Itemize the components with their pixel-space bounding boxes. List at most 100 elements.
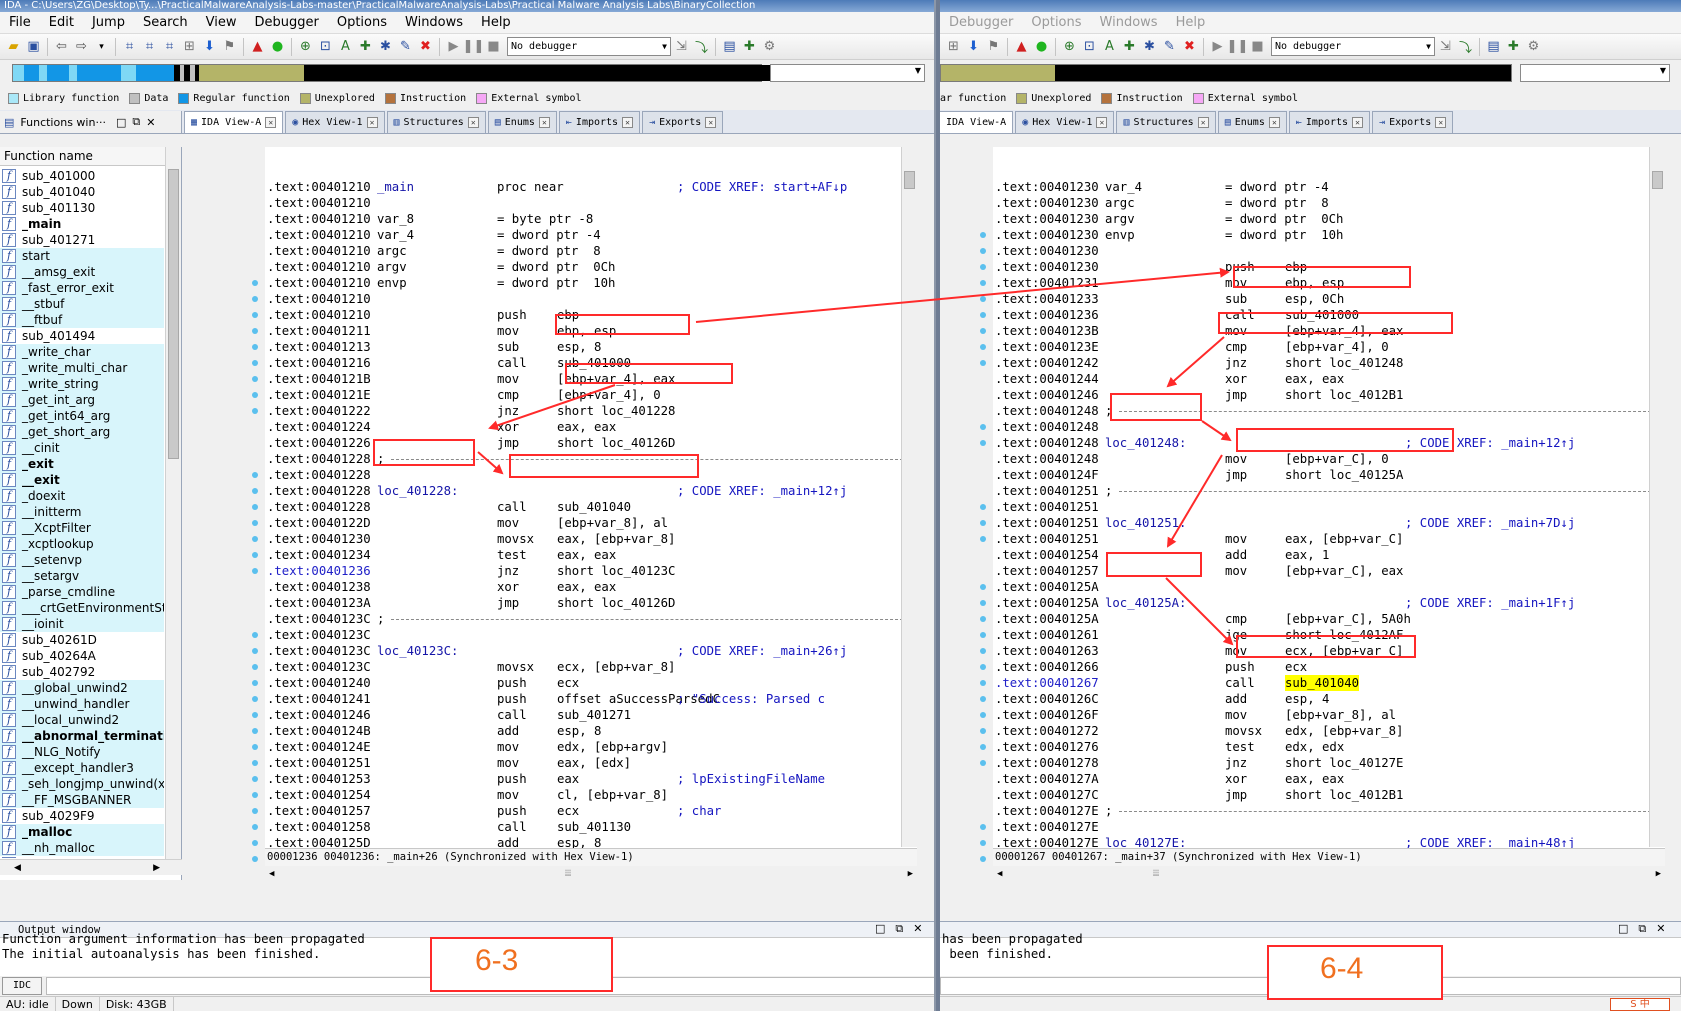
segment-select[interactable] [770,64,925,82]
disassembly-line[interactable]: .text:00401210 [265,291,917,307]
close-tab-icon[interactable]: ✕ [1197,117,1209,128]
run-icon[interactable]: ▶ [1208,37,1227,57]
breakpoint-dot[interactable] [252,648,258,654]
function-list-item[interactable]: f __XcptFilter [0,520,164,536]
make-string-icon[interactable]: A [1100,37,1119,57]
function-list-item[interactable]: f _xcptlookup [0,536,164,552]
disassembly-line[interactable]: .text:00401210 var_4 = dword ptr -4 [265,227,917,243]
disassembly-line[interactable]: .text:0040123C [265,627,917,643]
breakpoint-list-icon[interactable]: ▤ [720,37,739,57]
function-list-item[interactable]: f _parse_cmdline [0,584,164,600]
function-list-item[interactable]: f _get_int64_arg [0,408,164,424]
function-list-item[interactable]: f sub_4029F9 [0,808,164,824]
disassembly-line[interactable]: .text:00401224 xor eax, eax [265,419,917,435]
breakpoint-dot[interactable] [252,408,258,414]
disassembly-line[interactable]: .text:00401210 [265,195,917,211]
function-list-item[interactable]: f ___crtGetEnvironmentStr [0,600,164,616]
breakpoint-dot[interactable] [252,696,258,702]
disassembly-line[interactable]: .text:0040127A xor eax, eax [993,771,1665,787]
back-arrow-icon[interactable]: ⇦ [52,37,71,57]
disassembly-line[interactable]: .text:00401244 xor eax, eax [993,371,1665,387]
disassembly-line[interactable]: .text:00401241 push offset aSuccessParsedC… [265,691,917,707]
disassembly-line[interactable]: .text:0040124F jmp short loc_40125A [993,467,1665,483]
disassembly-line[interactable]: .text:00401238 xor eax, eax [265,579,917,595]
disassembly-line[interactable]: .text:00401210 argc = dword ptr 8 [265,243,917,259]
disassembly-line[interactable]: .text:00401230 envp = dword ptr 10h [993,227,1665,243]
breakpoint-dot[interactable] [980,440,986,446]
disassembly-line[interactable]: .text:00401251 mov eax, [edx] [265,755,917,771]
breakpoint-dot[interactable] [252,392,258,398]
disassembly-line[interactable]: .text:0040125A cmp [ebp+var_C], 5A0h [993,611,1665,627]
function-list-item[interactable]: f __NLG_Notify [0,744,164,760]
delete-icon[interactable]: ✖ [1180,37,1199,57]
function-list-item[interactable]: f __FF_MSGBANNER [0,792,164,808]
disassembly-line[interactable]: .text:00401210 _main proc near ; CODE XREF:… [265,179,917,195]
struct-icon[interactable]: ✱ [1140,37,1159,57]
disassembly-line[interactable]: .text:00401251 [993,499,1665,515]
close-tab-icon[interactable]: ✕ [366,117,378,128]
menu-debugger[interactable]: Debugger [245,12,327,34]
tab-structures[interactable]: ▥ Structures ✕ [386,111,486,133]
navigation-band[interactable] [940,64,1512,82]
down-arrow-icon[interactable]: ⬇ [964,37,983,57]
breakpoint-dot[interactable] [980,248,986,254]
disassembly-line[interactable]: .text:00401251 loc_401251: ; CODE XREF: _m… [993,515,1665,531]
function-list-item[interactable]: f _write_multi_char [0,360,164,376]
breakpoint-dot[interactable] [980,856,986,862]
disassembly-line[interactable]: .text:0040123C; [265,611,917,627]
breakpoint-dot[interactable] [980,600,986,606]
disassembly-line[interactable]: .text:00401226 jmp short loc_40126D [265,435,917,451]
disassembly-line[interactable]: .text:00401251; [993,483,1665,499]
breakpoint-dot[interactable] [252,792,258,798]
close-icon[interactable]: ✕ [146,116,155,129]
close-tab-icon[interactable]: ✕ [1096,117,1108,128]
disassembly-line[interactable]: .text:00401253 push eax ; lpExistingFileNam… [265,771,917,787]
disassembly-line[interactable]: .text:0040125A [993,579,1665,595]
function-list-item[interactable]: f _get_short_arg [0,424,164,440]
tab-ida-view-a[interactable]: IDA View-A [940,111,1014,133]
menu-view[interactable]: View [197,12,246,34]
breakpoint-dot[interactable] [980,536,986,542]
edit-icon[interactable]: ✎ [1160,37,1179,57]
breakpoint-dot[interactable] [980,712,986,718]
breakpoint-dot[interactable] [252,312,258,318]
disassembly-line[interactable]: .text:00401267 call sub_401040 [993,675,1665,691]
menu-edit[interactable]: Edit [40,12,83,34]
breakpoint-dot[interactable] [980,520,986,526]
disassembly-view[interactable]: .text:00401210 _main proc near ; CODE XREF:… [265,147,917,882]
disassembly-line[interactable]: .text:0040121E cmp [ebp+var_4], 0 [265,387,917,403]
function-list-item[interactable]: f _fast_error_exit [0,280,164,296]
stop-icon[interactable]: ■ [1248,37,1267,57]
disassembly-line[interactable]: .text:00401240 push ecx [265,675,917,691]
breakpoint-dot[interactable] [252,728,258,734]
function-name-header[interactable]: Function name [0,147,181,166]
menu-debugger[interactable]: Debugger [940,12,1022,34]
function-list-item[interactable]: f __abnormal_terminatio [0,728,164,744]
disassembly-line[interactable]: .text:00401230 var_4 = dword ptr -4 [993,179,1665,195]
graph-icon[interactable]: ⊞ [944,37,963,57]
disassembly-line[interactable]: .text:00401276 test edx, edx [993,739,1665,755]
functions-window-tab[interactable]: ▤ Functions win··· □ ⧉ ✕ [0,111,182,133]
function-list-item[interactable]: f start [0,248,164,264]
flag-icon[interactable]: ⚑ [220,37,239,57]
breakpoint-dot[interactable] [980,264,986,270]
breakpoint-list-icon[interactable]: ▤ [1484,37,1503,57]
breakpoint-dot[interactable] [252,536,258,542]
breakpoint-dot[interactable] [252,520,258,526]
disassembly-line[interactable]: .text:0040127C jmp short loc_4012B1 [993,787,1665,803]
tab-hex-view[interactable]: ◉ Hex View-1 ✕ [285,111,385,133]
disassembly-line[interactable]: .text:00401233 sub esp, 0Ch [993,291,1665,307]
function-list-item[interactable]: f __stbuf [0,296,164,312]
function-list-item[interactable]: f sub_40261D [0,632,164,648]
breakpoint-dot[interactable] [252,472,258,478]
step-icon[interactable]: ⤵ [692,37,711,57]
breakpoint-dot[interactable] [980,744,986,750]
breakpoint-dot[interactable] [980,328,986,334]
disassembly-line[interactable]: .text:0040123C loc_40123C: ; CODE XREF: _m… [265,643,917,659]
delete-icon[interactable]: ✖ [416,37,435,57]
make-code-icon[interactable]: ⊕ [296,37,315,57]
disassembly-line[interactable]: .text:00401222 jnz short loc_401228 [265,403,917,419]
menu-windows[interactable]: Windows [396,12,472,34]
function-list-hscrollbar[interactable]: ◀ ▶ [0,859,182,875]
breakpoint-dot[interactable] [252,776,258,782]
